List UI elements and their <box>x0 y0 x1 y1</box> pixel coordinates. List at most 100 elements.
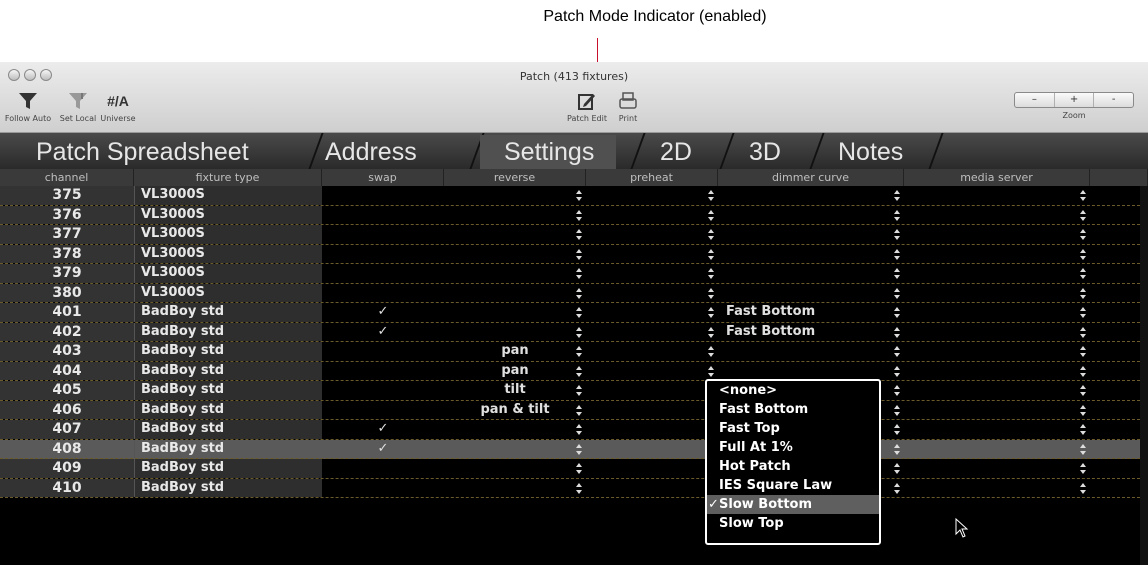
stepper-arrows-icon[interactable] <box>894 462 900 475</box>
table-row[interactable]: 404 BadBoy std pan <box>0 361 1140 381</box>
universe-button[interactable]: #/A Universe <box>100 90 136 123</box>
tab-settings[interactable]: Settings <box>480 135 617 169</box>
reverse-cell[interactable]: pan <box>444 342 586 361</box>
stepper-arrows-icon[interactable] <box>1080 443 1086 456</box>
dimmer-curve-cell[interactable]: Fast Bottom <box>718 323 904 342</box>
table-row[interactable]: 407 BadBoy std ✓ <box>0 420 1140 440</box>
reverse-cell[interactable] <box>444 264 586 283</box>
stepper-arrows-icon[interactable] <box>1080 267 1086 280</box>
stepper-arrows-icon[interactable] <box>708 228 714 241</box>
preheat-cell[interactable] <box>586 479 718 498</box>
swap-cell[interactable] <box>322 225 444 244</box>
table-row[interactable]: 379 VL3000S <box>0 264 1140 284</box>
media-server-cell[interactable] <box>904 206 1090 225</box>
reverse-cell[interactable]: pan <box>444 362 586 381</box>
stepper-arrows-icon[interactable] <box>894 228 900 241</box>
dimmer-curve-cell[interactable] <box>718 225 904 244</box>
media-server-cell[interactable] <box>904 342 1090 361</box>
media-server-cell[interactable] <box>904 245 1090 264</box>
stepper-arrows-icon[interactable] <box>576 287 582 300</box>
stepper-arrows-icon[interactable] <box>576 189 582 202</box>
stepper-arrows-icon[interactable] <box>894 365 900 378</box>
media-server-cell[interactable] <box>904 303 1090 322</box>
dropdown-option-hot-patch[interactable]: Hot Patch <box>707 457 879 476</box>
reverse-cell[interactable] <box>444 245 586 264</box>
preheat-cell[interactable] <box>586 362 718 381</box>
dimmer-curve-cell[interactable] <box>718 206 904 225</box>
dropdown-option-full-at-1[interactable]: Full At 1% <box>707 438 879 457</box>
swap-cell[interactable] <box>322 342 444 361</box>
stepper-arrows-icon[interactable] <box>1080 345 1086 358</box>
table-row[interactable]: 406 BadBoy std pan & tilt <box>0 400 1140 420</box>
stepper-arrows-icon[interactable] <box>708 248 714 261</box>
reverse-cell[interactable] <box>444 420 586 439</box>
stepper-arrows-icon[interactable] <box>708 209 714 222</box>
preheat-cell[interactable] <box>586 264 718 283</box>
swap-cell[interactable]: ✓ <box>322 323 444 342</box>
stepper-arrows-icon[interactable] <box>1080 326 1086 339</box>
stepper-arrows-icon[interactable] <box>1080 306 1086 319</box>
preheat-cell[interactable] <box>586 225 718 244</box>
stepper-arrows-icon[interactable] <box>894 404 900 417</box>
dropdown-option-fast-bottom[interactable]: Fast Bottom <box>707 400 879 419</box>
stepper-arrows-icon[interactable] <box>894 189 900 202</box>
media-server-cell[interactable] <box>904 401 1090 420</box>
column-header-preheat[interactable]: preheat <box>586 169 718 186</box>
patch-edit-button[interactable]: Patch Edit <box>564 90 610 123</box>
reverse-cell[interactable] <box>444 459 586 478</box>
stepper-arrows-icon[interactable] <box>1080 248 1086 261</box>
column-header-dimmer-curve[interactable]: dimmer curve <box>718 169 904 186</box>
media-server-cell[interactable] <box>904 323 1090 342</box>
stepper-arrows-icon[interactable] <box>894 209 900 222</box>
stepper-arrows-icon[interactable] <box>708 345 714 358</box>
vertical-scrollbar[interactable] <box>1140 186 1148 565</box>
stepper-arrows-icon[interactable] <box>894 384 900 397</box>
swap-cell[interactable]: ✓ <box>322 303 444 322</box>
stepper-arrows-icon[interactable] <box>1080 384 1086 397</box>
stepper-arrows-icon[interactable] <box>708 326 714 339</box>
preheat-cell[interactable] <box>586 459 718 478</box>
media-server-cell[interactable] <box>904 459 1090 478</box>
media-server-cell[interactable] <box>904 440 1090 459</box>
stepper-arrows-icon[interactable] <box>576 326 582 339</box>
dropdown-option-slow-top[interactable]: Slow Top <box>707 514 879 533</box>
stepper-arrows-icon[interactable] <box>894 423 900 436</box>
dimmer-curve-cell[interactable] <box>718 362 904 381</box>
stepper-arrows-icon[interactable] <box>576 443 582 456</box>
media-server-cell[interactable] <box>904 362 1090 381</box>
column-header-channel[interactable]: channel <box>0 169 134 186</box>
table-row[interactable]: 377 VL3000S <box>0 225 1140 245</box>
media-server-cell[interactable] <box>904 264 1090 283</box>
stepper-arrows-icon[interactable] <box>1080 365 1086 378</box>
dimmer-curve-cell[interactable]: Fast Bottom <box>718 303 904 322</box>
reverse-cell[interactable] <box>444 303 586 322</box>
media-server-cell[interactable] <box>904 225 1090 244</box>
media-server-cell[interactable] <box>904 479 1090 498</box>
tab-3d[interactable]: 3D <box>749 135 781 169</box>
stepper-arrows-icon[interactable] <box>708 267 714 280</box>
stepper-arrows-icon[interactable] <box>1080 404 1086 417</box>
swap-cell[interactable] <box>322 245 444 264</box>
tab-2d[interactable]: 2D <box>660 135 692 169</box>
stepper-arrows-icon[interactable] <box>576 228 582 241</box>
print-button[interactable]: Print <box>614 90 642 123</box>
media-server-cell[interactable] <box>904 284 1090 303</box>
stepper-arrows-icon[interactable] <box>576 365 582 378</box>
stepper-arrows-icon[interactable] <box>576 345 582 358</box>
dropdown-option-none[interactable]: <none> <box>707 381 879 400</box>
reverse-cell[interactable] <box>444 323 586 342</box>
table-row[interactable]: 378 VL3000S <box>0 244 1140 264</box>
stepper-arrows-icon[interactable] <box>576 248 582 261</box>
table-row[interactable]: 401 BadBoy std ✓ Fast Bottom <box>0 303 1140 323</box>
dropdown-option-ies-square-law[interactable]: IES Square Law <box>707 476 879 495</box>
table-row[interactable]: 402 BadBoy std ✓ Fast Bottom <box>0 322 1140 342</box>
dimmer-curve-cell[interactable] <box>718 186 904 205</box>
swap-cell[interactable] <box>322 459 444 478</box>
stepper-arrows-icon[interactable] <box>576 267 582 280</box>
stepper-arrows-icon[interactable] <box>894 345 900 358</box>
swap-cell[interactable] <box>322 401 444 420</box>
table-row[interactable]: 405 BadBoy std tilt <box>0 381 1140 401</box>
stepper-arrows-icon[interactable] <box>894 287 900 300</box>
preheat-cell[interactable] <box>586 284 718 303</box>
reverse-cell[interactable] <box>444 284 586 303</box>
